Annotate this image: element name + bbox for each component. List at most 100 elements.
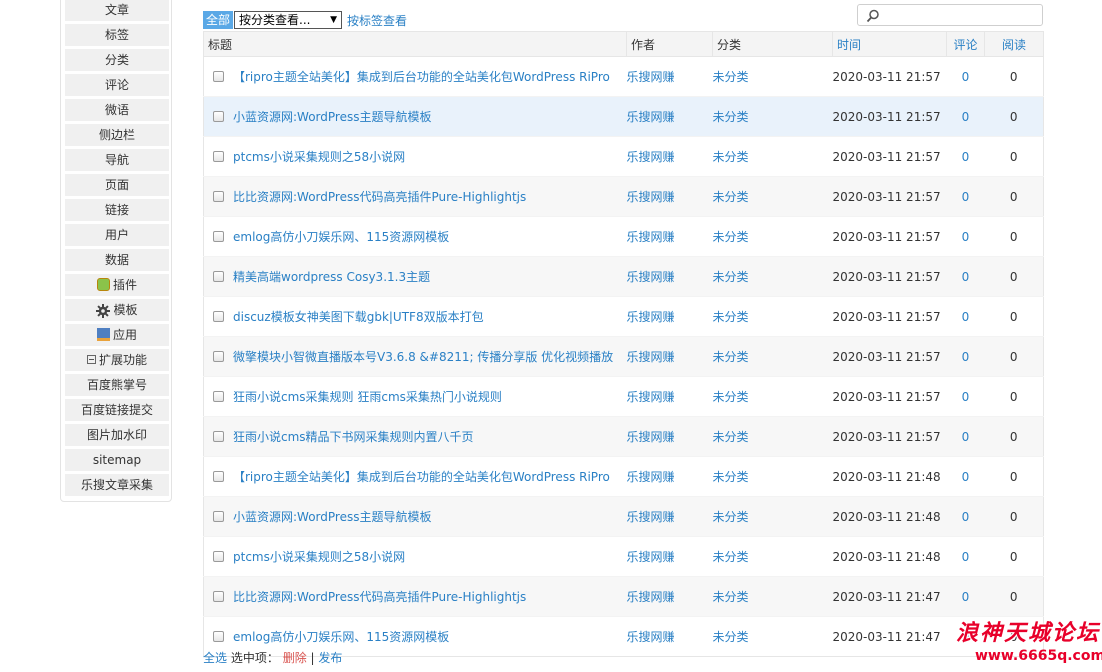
author-link[interactable]: 乐搜网赚 bbox=[626, 336, 713, 377]
row-checkbox[interactable] bbox=[213, 311, 224, 322]
row-checkbox[interactable] bbox=[213, 511, 224, 522]
sidebar-item[interactable]: 数据 bbox=[65, 249, 169, 271]
article-title-link[interactable]: 小蓝资源网:WordPress主题导航模板 bbox=[233, 510, 431, 524]
sidebar-item[interactable]: 链接 bbox=[65, 199, 169, 221]
publish-link[interactable]: 发布 bbox=[318, 651, 342, 665]
article-title-link[interactable]: emlog高仿小刀娱乐网、115资源网模板 bbox=[233, 630, 449, 644]
comment-count-link[interactable]: 0 bbox=[946, 336, 985, 377]
article-title-link[interactable]: 【ripro主题全站美化】集成到后台功能的全站美化包WordPress RiPr… bbox=[233, 70, 610, 84]
author-link[interactable]: 乐搜网赚 bbox=[626, 376, 713, 417]
category-link[interactable]: 未分类 bbox=[712, 296, 833, 337]
author-link[interactable]: 乐搜网赚 bbox=[626, 496, 713, 537]
article-title-link[interactable]: 微擎模块小智微直播版本号V3.6.8 &#8211; 传播分享版 优化视频播放 bbox=[233, 350, 613, 364]
article-title-link[interactable]: ptcms小说采集规则之58小说网 bbox=[233, 150, 405, 164]
row-checkbox[interactable] bbox=[213, 471, 224, 482]
article-title-link[interactable]: emlog高仿小刀娱乐网、115资源网模板 bbox=[233, 230, 449, 244]
comment-count-link[interactable]: 0 bbox=[946, 136, 985, 177]
author-link[interactable]: 乐搜网赚 bbox=[626, 536, 713, 577]
author-link[interactable]: 乐搜网赚 bbox=[626, 256, 713, 297]
comment-count-link[interactable]: 0 bbox=[946, 176, 985, 217]
sidebar-item[interactable]: sitemap bbox=[65, 449, 169, 471]
view-by-tag-link[interactable]: 按标签查看 bbox=[347, 12, 407, 29]
comment-count-link[interactable]: 0 bbox=[946, 576, 985, 617]
category-link[interactable]: 未分类 bbox=[712, 176, 833, 217]
author-link[interactable]: 乐搜网赚 bbox=[626, 576, 713, 617]
row-checkbox[interactable] bbox=[213, 591, 224, 602]
sidebar-item[interactable]: 用户 bbox=[65, 224, 169, 246]
category-link[interactable]: 未分类 bbox=[712, 96, 833, 137]
article-title-link[interactable]: ptcms小说采集规则之58小说网 bbox=[233, 550, 405, 564]
sidebar-item[interactable]: 微语 bbox=[65, 99, 169, 121]
sidebar-item[interactable]: 扩展功能 bbox=[65, 349, 169, 371]
category-link[interactable]: 未分类 bbox=[712, 536, 833, 577]
category-link[interactable]: 未分类 bbox=[712, 576, 833, 617]
comment-count-link[interactable]: 0 bbox=[946, 496, 985, 537]
sidebar-item[interactable]: 分类 bbox=[65, 49, 169, 71]
sidebar-item[interactable]: 侧边栏 bbox=[65, 124, 169, 146]
row-checkbox[interactable] bbox=[213, 431, 224, 442]
row-checkbox[interactable] bbox=[213, 71, 224, 82]
comment-count-link[interactable]: 0 bbox=[946, 216, 985, 257]
sidebar-item[interactable]: 评论 bbox=[65, 74, 169, 96]
author-link[interactable]: 乐搜网赚 bbox=[626, 296, 713, 337]
sidebar-item[interactable]: 文章 bbox=[65, 0, 169, 21]
comment-count-link[interactable]: 0 bbox=[946, 416, 985, 457]
author-link[interactable]: 乐搜网赚 bbox=[626, 616, 713, 657]
row-checkbox[interactable] bbox=[213, 231, 224, 242]
row-checkbox[interactable] bbox=[213, 551, 224, 562]
author-link[interactable]: 乐搜网赚 bbox=[626, 456, 713, 497]
sidebar-item[interactable]: 页面 bbox=[65, 174, 169, 196]
category-link[interactable]: 未分类 bbox=[712, 56, 833, 97]
article-title-link[interactable]: discuz模板女神美图下载gbk|UTF8双版本打包 bbox=[233, 310, 484, 324]
comment-count-link[interactable]: 0 bbox=[946, 56, 985, 97]
category-link[interactable]: 未分类 bbox=[712, 216, 833, 257]
row-checkbox[interactable] bbox=[213, 111, 224, 122]
header-comments[interactable]: 评论 bbox=[946, 31, 985, 57]
search-input[interactable] bbox=[857, 4, 1043, 26]
author-link[interactable]: 乐搜网赚 bbox=[626, 216, 713, 257]
sidebar-item[interactable]: 百度链接提交 bbox=[65, 399, 169, 421]
sidebar-item[interactable]: 乐搜文章采集 bbox=[65, 474, 169, 496]
row-checkbox[interactable] bbox=[213, 631, 224, 642]
comment-count-link[interactable]: 0 bbox=[946, 256, 985, 297]
comment-count-link[interactable]: 0 bbox=[946, 96, 985, 137]
category-link[interactable]: 未分类 bbox=[712, 376, 833, 417]
header-views[interactable]: 阅读 bbox=[984, 31, 1044, 57]
row-checkbox[interactable] bbox=[213, 271, 224, 282]
sidebar-item[interactable]: 图片加水印 bbox=[65, 424, 169, 446]
author-link[interactable]: 乐搜网赚 bbox=[626, 136, 713, 177]
category-select[interactable]: 按分类查看... ▼ bbox=[234, 11, 342, 29]
author-link[interactable]: 乐搜网赚 bbox=[626, 176, 713, 217]
show-all-button[interactable]: 全部 bbox=[203, 11, 234, 29]
sidebar-item[interactable]: 导航 bbox=[65, 149, 169, 171]
category-link[interactable]: 未分类 bbox=[712, 456, 833, 497]
category-link[interactable]: 未分类 bbox=[712, 336, 833, 377]
comment-count-link[interactable]: 0 bbox=[946, 536, 985, 577]
author-link[interactable]: 乐搜网赚 bbox=[626, 416, 713, 457]
select-all-link[interactable]: 全选 bbox=[203, 651, 227, 665]
sidebar-item[interactable]: 插件 bbox=[65, 274, 169, 296]
sidebar-item[interactable]: 百度熊掌号 bbox=[65, 374, 169, 396]
category-link[interactable]: 未分类 bbox=[712, 416, 833, 457]
header-time[interactable]: 时间 bbox=[832, 31, 947, 57]
author-link[interactable]: 乐搜网赚 bbox=[626, 96, 713, 137]
author-link[interactable]: 乐搜网赚 bbox=[626, 56, 713, 97]
row-checkbox[interactable] bbox=[213, 351, 224, 362]
category-link[interactable]: 未分类 bbox=[712, 496, 833, 537]
category-link[interactable]: 未分类 bbox=[712, 616, 833, 657]
article-title-link[interactable]: 小蓝资源网:WordPress主题导航模板 bbox=[233, 110, 431, 124]
article-title-link[interactable]: 比比资源网:WordPress代码高亮插件Pure-Highlightjs bbox=[233, 590, 526, 604]
article-title-link[interactable]: 精美高端wordpress Cosy3.1.3主题 bbox=[233, 270, 430, 284]
comment-count-link[interactable]: 0 bbox=[946, 296, 985, 337]
article-title-link[interactable]: 比比资源网:WordPress代码高亮插件Pure-Highlightjs bbox=[233, 190, 526, 204]
category-link[interactable]: 未分类 bbox=[712, 256, 833, 297]
article-title-link[interactable]: 狂雨小说cms精品下书网采集规则内置八千页 bbox=[233, 430, 474, 444]
sidebar-item[interactable]: 模板 bbox=[65, 299, 169, 321]
delete-link[interactable]: 删除 bbox=[283, 651, 307, 665]
row-checkbox[interactable] bbox=[213, 391, 224, 402]
sidebar-item[interactable]: 应用 bbox=[65, 324, 169, 346]
comment-count-link[interactable]: 0 bbox=[946, 376, 985, 417]
sidebar-item[interactable]: 标签 bbox=[65, 24, 169, 46]
article-title-link[interactable]: 狂雨小说cms采集规则 狂雨cms采集热门小说规则 bbox=[233, 390, 502, 404]
category-link[interactable]: 未分类 bbox=[712, 136, 833, 177]
